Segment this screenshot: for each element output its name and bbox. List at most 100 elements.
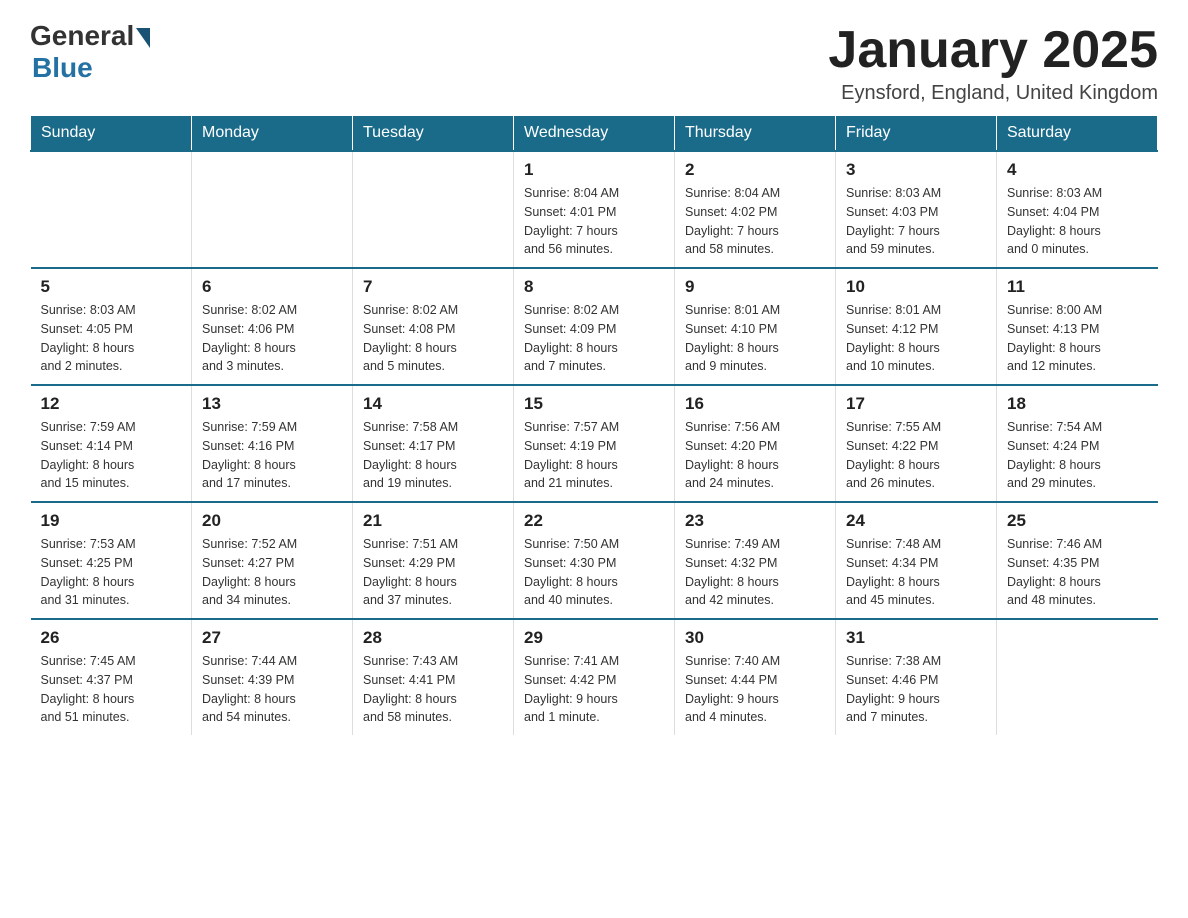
day-number: 5 [41,277,182,297]
day-info: Sunrise: 7:43 AMSunset: 4:41 PMDaylight:… [363,652,503,727]
day-info: Sunrise: 7:44 AMSunset: 4:39 PMDaylight:… [202,652,342,727]
calendar-day-cell: 27 Sunrise: 7:44 AMSunset: 4:39 PMDayligh… [192,619,353,735]
day-info: Sunrise: 8:02 AMSunset: 4:08 PMDaylight:… [363,301,503,376]
day-info: Sunrise: 7:45 AMSunset: 4:37 PMDaylight:… [41,652,182,727]
day-number: 10 [846,277,986,297]
day-number: 24 [846,511,986,531]
day-number: 3 [846,160,986,180]
day-info: Sunrise: 7:40 AMSunset: 4:44 PMDaylight:… [685,652,825,727]
day-info: Sunrise: 8:03 AMSunset: 4:05 PMDaylight:… [41,301,182,376]
day-info: Sunrise: 8:04 AMSunset: 4:02 PMDaylight:… [685,184,825,259]
day-number: 9 [685,277,825,297]
day-number: 2 [685,160,825,180]
logo-blue-text: Blue [32,52,150,84]
day-info: Sunrise: 7:51 AMSunset: 4:29 PMDaylight:… [363,535,503,610]
day-info: Sunrise: 8:00 AMSunset: 4:13 PMDaylight:… [1007,301,1148,376]
day-number: 15 [524,394,664,414]
calendar-day-cell: 12 Sunrise: 7:59 AMSunset: 4:14 PMDayligh… [31,385,192,502]
calendar-day-cell: 7 Sunrise: 8:02 AMSunset: 4:08 PMDaylight… [353,268,514,385]
day-number: 23 [685,511,825,531]
day-number: 12 [41,394,182,414]
day-of-week-header: Thursday [675,116,836,152]
day-number: 6 [202,277,342,297]
day-info: Sunrise: 7:56 AMSunset: 4:20 PMDaylight:… [685,418,825,493]
day-info: Sunrise: 7:58 AMSunset: 4:17 PMDaylight:… [363,418,503,493]
day-number: 8 [524,277,664,297]
calendar-day-cell [997,619,1158,735]
calendar-day-cell: 23 Sunrise: 7:49 AMSunset: 4:32 PMDayligh… [675,502,836,619]
calendar-day-cell: 14 Sunrise: 7:58 AMSunset: 4:17 PMDayligh… [353,385,514,502]
day-number: 1 [524,160,664,180]
calendar-day-cell: 17 Sunrise: 7:55 AMSunset: 4:22 PMDayligh… [836,385,997,502]
day-info: Sunrise: 8:01 AMSunset: 4:12 PMDaylight:… [846,301,986,376]
day-number: 30 [685,628,825,648]
day-info: Sunrise: 7:59 AMSunset: 4:14 PMDaylight:… [41,418,182,493]
day-info: Sunrise: 7:50 AMSunset: 4:30 PMDaylight:… [524,535,664,610]
day-info: Sunrise: 8:03 AMSunset: 4:04 PMDaylight:… [1007,184,1148,259]
day-info: Sunrise: 7:49 AMSunset: 4:32 PMDaylight:… [685,535,825,610]
calendar-day-cell: 5 Sunrise: 8:03 AMSunset: 4:05 PMDaylight… [31,268,192,385]
day-info: Sunrise: 7:54 AMSunset: 4:24 PMDaylight:… [1007,418,1148,493]
calendar-day-cell: 15Sunrise: 7:57 AMSunset: 4:19 PMDayligh… [514,385,675,502]
calendar-day-cell: 31 Sunrise: 7:38 AMSunset: 4:46 PMDayligh… [836,619,997,735]
day-number: 20 [202,511,342,531]
calendar-week-row: 12 Sunrise: 7:59 AMSunset: 4:14 PMDayligh… [31,385,1158,502]
day-info: Sunrise: 7:55 AMSunset: 4:22 PMDaylight:… [846,418,986,493]
calendar-day-cell: 8 Sunrise: 8:02 AMSunset: 4:09 PMDaylight… [514,268,675,385]
day-info: Sunrise: 8:02 AMSunset: 4:09 PMDaylight:… [524,301,664,376]
day-number: 16 [685,394,825,414]
calendar-header: SundayMondayTuesdayWednesdayThursdayFrid… [31,116,1158,152]
day-info: Sunrise: 8:01 AMSunset: 4:10 PMDaylight:… [685,301,825,376]
calendar-week-row: 26 Sunrise: 7:45 AMSunset: 4:37 PMDayligh… [31,619,1158,735]
day-number: 19 [41,511,182,531]
month-title: January 2025 [828,20,1158,80]
day-of-week-header: Monday [192,116,353,152]
calendar-day-cell: 2 Sunrise: 8:04 AMSunset: 4:02 PMDaylight… [675,151,836,268]
day-info: Sunrise: 7:38 AMSunset: 4:46 PMDaylight:… [846,652,986,727]
day-number: 14 [363,394,503,414]
calendar-day-cell: 24 Sunrise: 7:48 AMSunset: 4:34 PMDayligh… [836,502,997,619]
calendar-week-row: 1 Sunrise: 8:04 AMSunset: 4:01 PMDaylight… [31,151,1158,268]
calendar-week-row: 19 Sunrise: 7:53 AMSunset: 4:25 PMDayligh… [31,502,1158,619]
day-number: 7 [363,277,503,297]
day-number: 18 [1007,394,1148,414]
calendar-day-cell: 22 Sunrise: 7:50 AMSunset: 4:30 PMDayligh… [514,502,675,619]
day-number: 26 [41,628,182,648]
calendar-day-cell: 29 Sunrise: 7:41 AMSunset: 4:42 PMDayligh… [514,619,675,735]
day-info: Sunrise: 7:41 AMSunset: 4:42 PMDaylight:… [524,652,664,727]
day-number: 22 [524,511,664,531]
day-info: Sunrise: 7:48 AMSunset: 4:34 PMDaylight:… [846,535,986,610]
calendar-day-cell: 11 Sunrise: 8:00 AMSunset: 4:13 PMDayligh… [997,268,1158,385]
calendar-day-cell: 10 Sunrise: 8:01 AMSunset: 4:12 PMDayligh… [836,268,997,385]
calendar-day-cell: 19 Sunrise: 7:53 AMSunset: 4:25 PMDayligh… [31,502,192,619]
day-info: Sunrise: 8:04 AMSunset: 4:01 PMDaylight:… [524,184,664,259]
day-info: Sunrise: 7:59 AMSunset: 4:16 PMDaylight:… [202,418,342,493]
day-number: 29 [524,628,664,648]
title-section: January 2025 Eynsford, England, United K… [828,20,1158,105]
logo: General Blue [30,20,150,84]
calendar-day-cell: 20 Sunrise: 7:52 AMSunset: 4:27 PMDayligh… [192,502,353,619]
logo-arrow-icon [136,28,150,48]
day-number: 28 [363,628,503,648]
calendar-day-cell: 3 Sunrise: 8:03 AMSunset: 4:03 PMDaylight… [836,151,997,268]
day-of-week-header: Friday [836,116,997,152]
day-number: 21 [363,511,503,531]
day-number: 31 [846,628,986,648]
calendar-day-cell: 25Sunrise: 7:46 AMSunset: 4:35 PMDayligh… [997,502,1158,619]
day-number: 17 [846,394,986,414]
days-of-week-row: SundayMondayTuesdayWednesdayThursdayFrid… [31,116,1158,152]
day-number: 11 [1007,277,1148,297]
day-of-week-header: Sunday [31,116,192,152]
calendar-day-cell: 6Sunrise: 8:02 AMSunset: 4:06 PMDaylight… [192,268,353,385]
day-of-week-header: Saturday [997,116,1158,152]
day-number: 27 [202,628,342,648]
calendar-week-row: 5 Sunrise: 8:03 AMSunset: 4:05 PMDaylight… [31,268,1158,385]
calendar-day-cell: 30 Sunrise: 7:40 AMSunset: 4:44 PMDayligh… [675,619,836,735]
calendar-day-cell: 16 Sunrise: 7:56 AMSunset: 4:20 PMDayligh… [675,385,836,502]
day-info: Sunrise: 7:53 AMSunset: 4:25 PMDaylight:… [41,535,182,610]
calendar-table: SundayMondayTuesdayWednesdayThursdayFrid… [30,115,1158,735]
calendar-day-cell: 18 Sunrise: 7:54 AMSunset: 4:24 PMDayligh… [997,385,1158,502]
day-info: Sunrise: 7:52 AMSunset: 4:27 PMDaylight:… [202,535,342,610]
day-info: Sunrise: 8:03 AMSunset: 4:03 PMDaylight:… [846,184,986,259]
day-info: Sunrise: 7:46 AMSunset: 4:35 PMDaylight:… [1007,535,1148,610]
